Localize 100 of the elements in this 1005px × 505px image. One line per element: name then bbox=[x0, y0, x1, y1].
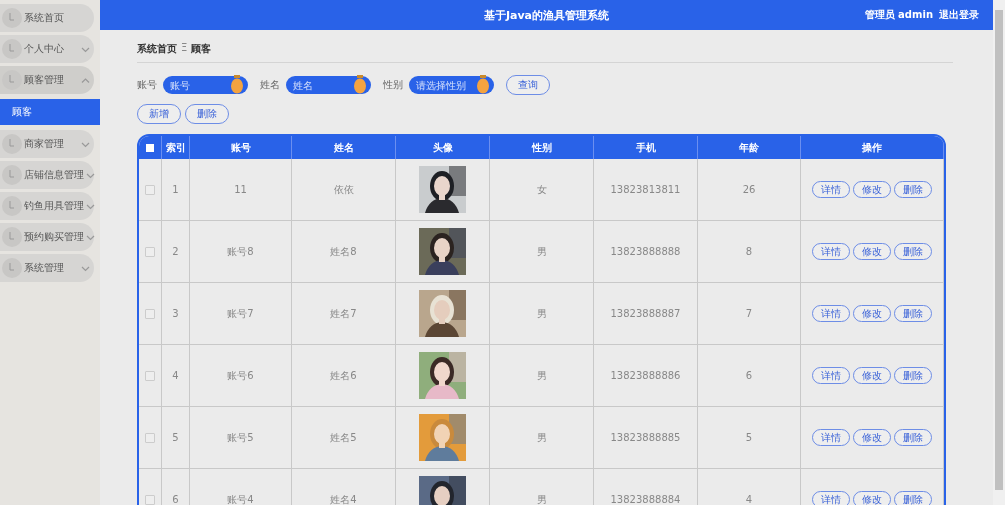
column-header: 姓名 bbox=[292, 136, 396, 159]
action-button[interactable]: 删除 bbox=[185, 104, 229, 124]
scrollbar[interactable] bbox=[993, 0, 1005, 505]
field-label: 姓名 bbox=[260, 78, 280, 92]
breadcrumb-item[interactable]: 顾客 bbox=[191, 42, 212, 56]
table-cell: 账号4 bbox=[227, 492, 254, 505]
row-checkbox[interactable] bbox=[145, 308, 155, 319]
table-cell: 5 bbox=[745, 432, 753, 443]
row-action-button[interactable]: 修改 bbox=[853, 429, 891, 446]
table-cell: 26 bbox=[742, 184, 756, 195]
table-cell: 姓名7 bbox=[330, 306, 357, 321]
field-label: 性别 bbox=[383, 78, 403, 92]
column-header: 年龄 bbox=[698, 136, 801, 159]
submenu-item[interactable]: 顾客 bbox=[0, 99, 100, 125]
row-action-button[interactable]: 删除 bbox=[894, 429, 932, 446]
table-cell: 13823888884 bbox=[610, 494, 681, 505]
row-checkbox[interactable] bbox=[145, 432, 155, 443]
clock-icon bbox=[2, 165, 22, 185]
row-action-button[interactable]: 修改 bbox=[853, 243, 891, 260]
row-action-button[interactable]: 修改 bbox=[853, 491, 891, 505]
row-action-button[interactable]: 删除 bbox=[894, 491, 932, 505]
table-cell: 姓名5 bbox=[330, 430, 357, 445]
table-cell: 7 bbox=[745, 308, 753, 319]
breadcrumb-item[interactable]: 系统首页 bbox=[137, 42, 177, 56]
sidebar-item[interactable]: 个人中心 bbox=[0, 35, 94, 63]
clock-icon bbox=[2, 258, 22, 278]
sidebar-item[interactable]: 预约购买管理 bbox=[0, 223, 94, 251]
table-cell: 账号5 bbox=[227, 430, 254, 445]
table-cell: 6 bbox=[745, 370, 753, 381]
column-header: 手机 bbox=[594, 136, 698, 159]
table-cell: 1 bbox=[172, 184, 179, 195]
table-cell: 男 bbox=[536, 492, 547, 505]
row-action-button[interactable]: 修改 bbox=[853, 367, 891, 384]
table-cell: 姓名8 bbox=[330, 244, 357, 259]
sidebar-item[interactable]: 店铺信息管理 bbox=[0, 161, 94, 189]
table-cell: 11 bbox=[234, 184, 247, 195]
table-cell: 男 bbox=[536, 430, 547, 445]
row-action-button[interactable]: 详情 bbox=[812, 181, 850, 198]
table-cell: 13823888885 bbox=[610, 432, 681, 443]
table-cell: 账号8 bbox=[227, 244, 254, 259]
row-action-button[interactable]: 删除 bbox=[894, 181, 932, 198]
table-cell: 依依 bbox=[333, 182, 354, 197]
logout-link[interactable]: 退出登录 bbox=[939, 8, 979, 22]
row-action-button[interactable]: 详情 bbox=[812, 429, 850, 446]
knob-icon bbox=[354, 75, 366, 94]
table-cell: 13823888887 bbox=[610, 308, 681, 319]
user-label: 管理员 admin bbox=[864, 8, 933, 22]
row-checkbox[interactable] bbox=[145, 184, 155, 195]
scrollbar-thumb[interactable] bbox=[995, 10, 1003, 490]
table-cell: 5 bbox=[172, 432, 179, 443]
table-cell: 男 bbox=[536, 244, 547, 259]
row-action-button[interactable]: 详情 bbox=[812, 491, 850, 505]
row-action-button[interactable]: 删除 bbox=[894, 305, 932, 322]
table-cell: 2 bbox=[172, 246, 179, 257]
action-button[interactable]: 新增 bbox=[137, 104, 181, 124]
table-cell: 男 bbox=[536, 306, 547, 321]
row-action-button[interactable]: 修改 bbox=[853, 305, 891, 322]
table-cell: 13823888888 bbox=[610, 246, 681, 257]
sidebar-item[interactable]: 商家管理 bbox=[0, 130, 94, 158]
column-header: 性别 bbox=[490, 136, 594, 159]
table-cell: 4 bbox=[172, 370, 179, 381]
row-checkbox[interactable] bbox=[145, 370, 155, 381]
input-field[interactable]: 账号 bbox=[163, 76, 248, 94]
clock-icon bbox=[2, 70, 22, 90]
row-action-button[interactable]: 修改 bbox=[853, 181, 891, 198]
field-label: 账号 bbox=[137, 78, 157, 92]
sidebar-item[interactable]: 系统首页 bbox=[0, 4, 94, 32]
row-action-button[interactable]: 删除 bbox=[894, 367, 932, 384]
table-cell: 女 bbox=[536, 182, 547, 197]
table-cell: 6 bbox=[172, 494, 179, 505]
clock-icon bbox=[2, 134, 22, 154]
table-cell: 13823813811 bbox=[610, 184, 681, 195]
row-action-button[interactable]: 详情 bbox=[812, 305, 850, 322]
table-cell: 13823888886 bbox=[610, 370, 681, 381]
column-header: 索引 bbox=[162, 136, 190, 159]
knob-icon bbox=[477, 75, 489, 94]
row-action-button[interactable]: 详情 bbox=[812, 243, 850, 260]
sidebar-item[interactable]: 钓鱼用具管理 bbox=[0, 192, 94, 220]
column-header: 头像 bbox=[396, 136, 490, 159]
row-checkbox[interactable] bbox=[145, 246, 155, 257]
table-cell: 3 bbox=[172, 308, 179, 319]
row-checkbox[interactable] bbox=[145, 494, 155, 505]
knob-icon bbox=[231, 75, 243, 94]
table-cell: 账号7 bbox=[227, 306, 254, 321]
clock-icon bbox=[2, 39, 22, 59]
row-action-button[interactable]: 详情 bbox=[812, 367, 850, 384]
select-all-checkbox[interactable] bbox=[146, 143, 154, 152]
column-header: 账号 bbox=[190, 136, 292, 159]
input-field[interactable]: 姓名 bbox=[286, 76, 371, 94]
clock-icon bbox=[2, 8, 22, 28]
table-cell: 男 bbox=[536, 368, 547, 383]
table-cell: 姓名6 bbox=[330, 368, 357, 383]
sidebar-item[interactable]: 系统管理 bbox=[0, 254, 94, 282]
input-field[interactable]: 请选择性别 bbox=[409, 76, 494, 94]
clock-icon bbox=[2, 227, 22, 247]
clock-icon bbox=[2, 196, 22, 216]
search-button[interactable]: 查询 bbox=[506, 75, 550, 95]
table-cell: 4 bbox=[745, 494, 753, 505]
row-action-button[interactable]: 删除 bbox=[894, 243, 932, 260]
table-cell: 账号6 bbox=[227, 368, 254, 383]
